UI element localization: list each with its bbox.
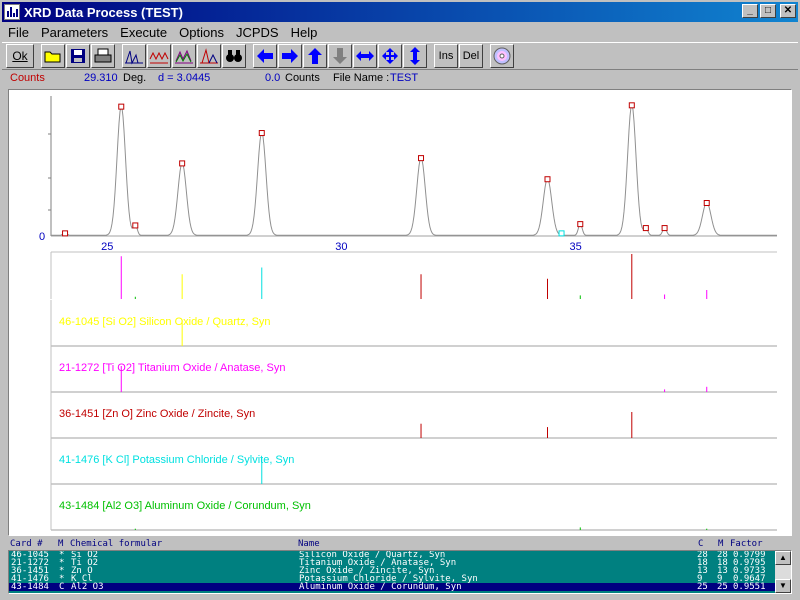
arrow-right-icon[interactable] — [278, 44, 302, 68]
col-c: C — [698, 539, 704, 549]
peak-marker — [661, 225, 668, 232]
ins-button[interactable]: Ins — [434, 44, 458, 68]
title-bar[interactable]: XRD Data Process (TEST) _ □ ✕ — [2, 2, 798, 22]
xrd-chart[interactable]: 0 25 30 35 46-1045 [Si O2] Silicon Oxide / Q… — [9, 90, 791, 535]
col-factor: Factor — [730, 539, 763, 549]
peak-marker — [703, 200, 710, 206]
peak-marker — [418, 155, 425, 162]
reference-card-label: 41-1476 [K Cl] Potassium Chloride / Sylv… — [59, 454, 294, 466]
peak-marker — [118, 103, 125, 110]
fit-chart-icon[interactable] — [197, 44, 221, 68]
del-button[interactable]: Del — [459, 44, 483, 68]
reference-card-label: 21-1272 [Ti O2] Titanium Oxide / Anatase… — [59, 362, 285, 374]
menu-help[interactable]: Help — [285, 25, 324, 40]
peak-chart-icon[interactable] — [122, 44, 146, 68]
list-scrollbar[interactable]: ▲ ▼ — [775, 551, 791, 593]
x-tick-label: 30 — [335, 241, 347, 253]
pattern-chart-icon[interactable] — [147, 44, 171, 68]
print-icon[interactable] — [91, 44, 115, 68]
open-folder-icon[interactable] — [41, 44, 65, 68]
expand-all-icon[interactable] — [378, 44, 402, 68]
file-name-label: File Name : — [333, 72, 390, 84]
list-cell-m: 25 — [717, 582, 728, 592]
scroll-down-button[interactable]: ▼ — [775, 579, 791, 593]
menu-options[interactable]: Options — [173, 25, 230, 40]
peak-marker — [544, 176, 551, 183]
window-title: XRD Data Process (TEST) — [24, 4, 183, 20]
peak-marker — [642, 225, 649, 232]
peak-marker — [179, 160, 186, 167]
file-name-value: TEST — [390, 72, 419, 84]
list-cell-mark: C — [59, 582, 65, 592]
list-cell-c: 25 — [697, 582, 708, 592]
minimize-button[interactable]: _ — [742, 4, 758, 18]
peak-marker — [628, 102, 635, 109]
list-cell-card: 43-1484 — [11, 582, 49, 592]
peak-marker — [258, 130, 265, 137]
cursor-marker — [558, 230, 565, 237]
scroll-up-button[interactable]: ▲ — [775, 551, 791, 565]
app-chart-icon — [4, 4, 20, 20]
save-disk-icon[interactable] — [66, 44, 90, 68]
list-cell-factor: 0.9551 — [733, 582, 766, 592]
peak-marker — [62, 230, 69, 237]
phase-list[interactable]: 46-1045 * Si O2 Silicon Oxide / Quartz, Syn… — [8, 550, 792, 594]
menu-file[interactable]: File — [2, 25, 35, 40]
y-tick-label: 0 — [39, 231, 45, 243]
list-item[interactable]: 43-1484 C Al2 O3 Aluminum Oxide / Corundum,… — [9, 582, 775, 592]
menu-jcpds[interactable]: JCPDS — [230, 25, 285, 40]
menu-execute[interactable]: Execute — [114, 25, 173, 40]
maximize-button[interactable]: □ — [760, 4, 776, 18]
d-spacing-value: d = 3.0445 — [158, 72, 211, 84]
arrow-up-icon[interactable] — [303, 44, 327, 68]
reference-card-label: 46-1045 [Si O2] Silicon Oxide / Quartz, … — [59, 316, 271, 328]
list-cell-name: Aluminum Oxide / Corundum, Syn — [299, 582, 462, 592]
expand-horizontal-icon[interactable] — [353, 44, 377, 68]
expand-vertical-icon[interactable] — [403, 44, 427, 68]
arrow-left-icon[interactable] — [253, 44, 277, 68]
x-tick-label: 35 — [569, 241, 581, 253]
smooth-chart-icon[interactable] — [172, 44, 196, 68]
status-line: Counts 29.310 Deg. d = 3.0445 0.0 Counts… — [2, 70, 798, 86]
toolbar: Ok Ins Del — [2, 42, 798, 70]
angle-unit: Deg. — [123, 72, 147, 84]
cd-icon[interactable] — [490, 44, 514, 68]
x-tick-label: 25 — [101, 241, 113, 253]
peak-marker — [577, 221, 584, 228]
peak-marker — [132, 222, 139, 229]
col-formula: Chemical formular — [70, 539, 163, 549]
ok-button[interactable]: Ok — [6, 44, 34, 68]
binoculars-icon[interactable] — [222, 44, 246, 68]
list-cell-formula: Al2 O3 — [71, 582, 104, 592]
counts-label: Counts — [10, 72, 45, 84]
reference-card-label: 43-1484 [Al2 O3] Aluminum Oxide / Corund… — [59, 500, 311, 512]
col-card: Card # — [10, 539, 43, 549]
col-m2: M — [718, 539, 724, 549]
xrd-profile-line — [51, 103, 777, 236]
menu-bar: File Parameters Execute Options JCPDS He… — [2, 22, 798, 42]
arrow-down-icon[interactable] — [328, 44, 352, 68]
close-button[interactable]: ✕ — [780, 4, 796, 18]
reference-card-label: 36-1451 [Zn O] Zinc Oxide / Zincite, Syn — [59, 408, 255, 420]
count-unit: Counts — [285, 72, 320, 84]
app-window: XRD Data Process (TEST) _ □ ✕ File Param… — [0, 0, 800, 600]
xrd-plot-area[interactable]: 0 25 30 35 46-1045 [Si O2] Silicon Oxide / Q… — [8, 89, 792, 536]
count-value: 0.0 — [265, 72, 281, 84]
col-m: M — [58, 539, 64, 549]
col-name: Name — [298, 539, 320, 549]
menu-parameters[interactable]: Parameters — [35, 25, 114, 40]
angle-value: 29.310 — [84, 72, 118, 84]
